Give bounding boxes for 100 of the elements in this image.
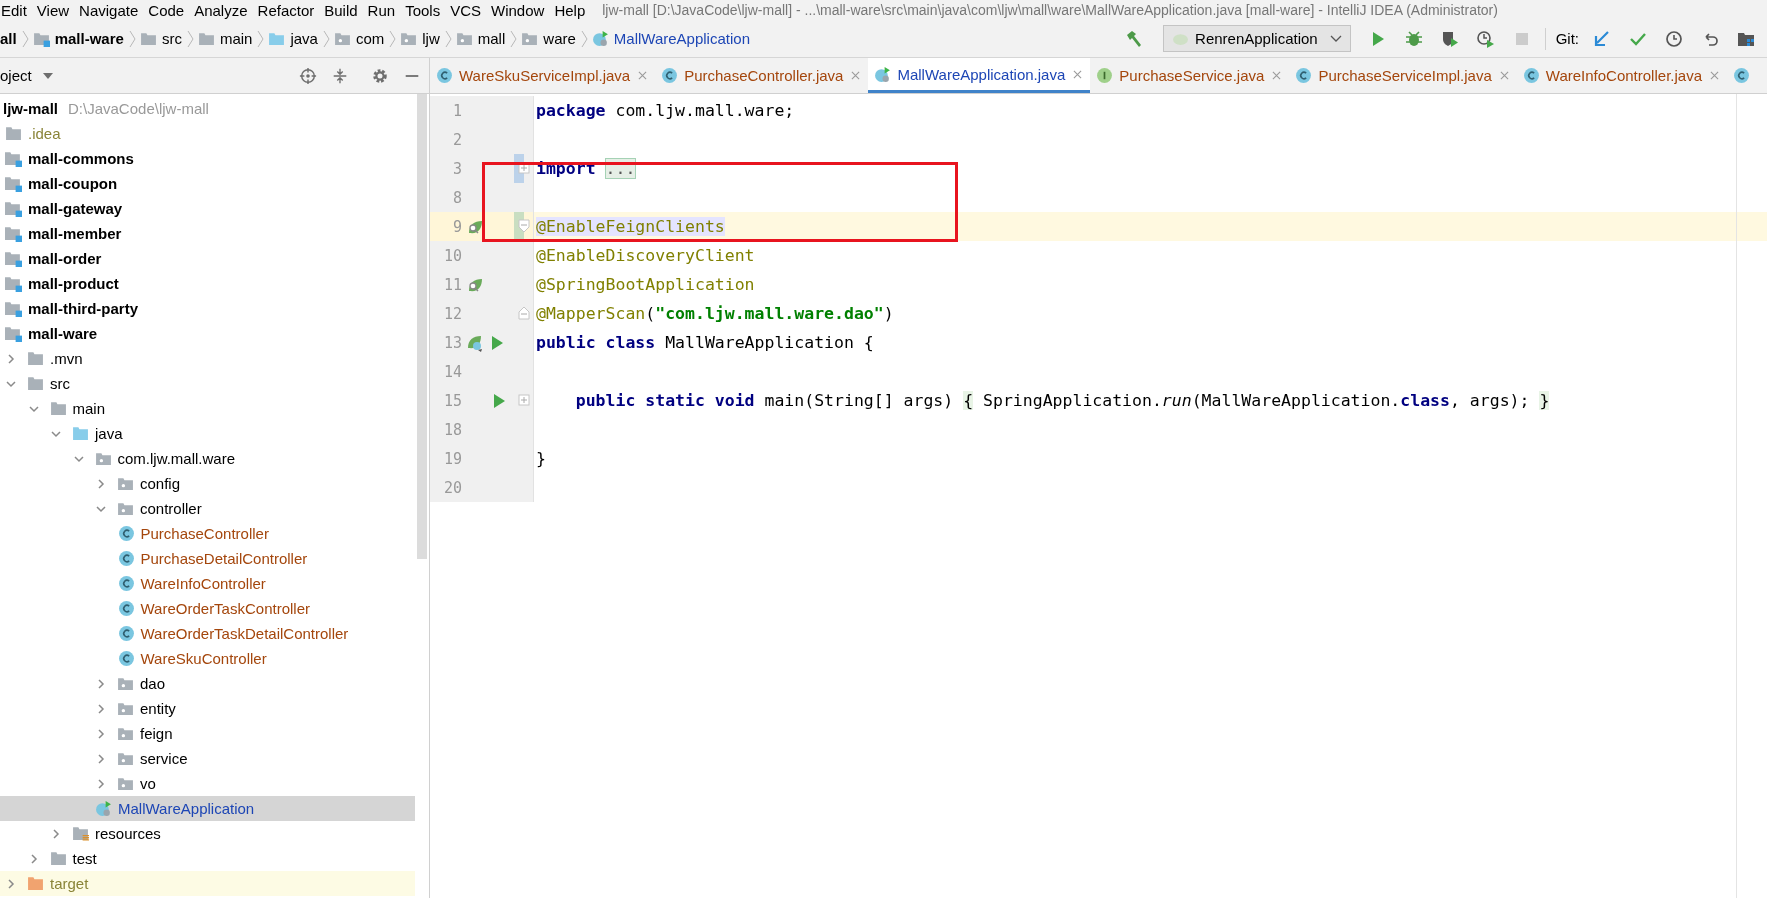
- menu-item[interactable]: Build: [323, 1, 367, 19]
- tree-item[interactable]: mall-coupon: [0, 171, 415, 196]
- line-number: 9: [451, 217, 462, 236]
- resources-folder-icon: [72, 825, 89, 842]
- tree-item[interactable]: mall-commons: [0, 146, 415, 171]
- tree-item[interactable]: WareOrderTaskController: [0, 596, 415, 621]
- line-number: 15: [442, 391, 462, 410]
- tree-item[interactable]: mall-member: [0, 221, 415, 246]
- code-line: @EnableDiscoveryClient: [536, 246, 755, 265]
- tree-item[interactable]: PurchaseController: [0, 521, 415, 546]
- line-number: 13: [442, 333, 462, 352]
- class-icon: [117, 550, 135, 567]
- tree-item[interactable]: PurchaseDetailController: [0, 546, 415, 571]
- folder-icon: [139, 30, 157, 47]
- tree-item[interactable]: mall-third-party: [0, 296, 415, 321]
- code-line: }: [536, 449, 546, 468]
- editor-tab[interactable]: PurchaseService.java: [1090, 58, 1290, 93]
- fold-marker-icon[interactable]: [518, 219, 530, 233]
- tree-item[interactable]: WareSkuController: [0, 646, 415, 671]
- menu-item[interactable]: Help: [553, 1, 595, 19]
- run-config-dropdown[interactable]: RenrenApplication: [1163, 25, 1351, 52]
- app-class-icon: [591, 30, 609, 47]
- tree-item[interactable]: controller: [0, 496, 415, 521]
- breadcrumb-item[interactable]: mall-ware: [28, 30, 128, 47]
- class-icon: [1522, 67, 1540, 84]
- breadcrumb-item[interactable]: all: [0, 30, 21, 47]
- tree-item[interactable]: mall-gateway: [0, 196, 415, 221]
- tree-item[interactable]: .idea: [0, 121, 415, 146]
- crosshair-icon[interactable]: [299, 66, 317, 85]
- breadcrumb-item[interactable]: ljw: [396, 30, 444, 47]
- tree-item[interactable]: entity: [0, 696, 415, 721]
- chevron-icon: [321, 28, 330, 49]
- line-number: 11: [442, 275, 462, 294]
- tree-item[interactable]: main: [0, 396, 415, 421]
- breadcrumb-item[interactable]: src: [135, 30, 186, 47]
- menu-item[interactable]: Run: [366, 1, 405, 19]
- package-icon: [455, 30, 473, 47]
- menu-item[interactable]: Analyze: [193, 1, 257, 19]
- menu-item[interactable]: Code: [147, 1, 194, 19]
- breadcrumb-item[interactable]: com: [329, 30, 389, 47]
- tree-item[interactable]: MallWareApplication: [0, 796, 415, 821]
- menu-item[interactable]: View: [35, 1, 79, 19]
- settings-icon[interactable]: [371, 66, 389, 85]
- module-folder-icon: [5, 300, 22, 317]
- tree-item[interactable]: mall-product: [0, 271, 415, 296]
- menu-item[interactable]: Tools: [404, 1, 450, 19]
- tree-item[interactable]: WareInfoController: [0, 571, 415, 596]
- tree-item[interactable]: WareOrderTaskDetailController: [0, 621, 415, 646]
- fold-marker-icon[interactable]: [518, 306, 530, 320]
- breadcrumb-item[interactable]: MallWareApplication: [587, 30, 754, 47]
- breadcrumb-item[interactable]: mall: [451, 30, 510, 47]
- code-line: @MapperScan("com.ljw.mall.ware.dao"): [536, 304, 894, 323]
- tree-item[interactable]: vo: [0, 771, 415, 796]
- tree-item[interactable]: test: [0, 846, 415, 871]
- editor-tab[interactable]: PurchaseServiceImpl.java: [1289, 58, 1517, 93]
- editor-tab[interactable]: WareInfoController.java: [1516, 58, 1727, 93]
- class-icon: [661, 67, 679, 84]
- close-icon[interactable]: [638, 71, 648, 80]
- editor-tab[interactable]: PurchaseController.java: [655, 58, 869, 93]
- breadcrumb-item[interactable]: main: [193, 30, 257, 47]
- menu-item[interactable]: VCS: [449, 1, 490, 19]
- app-class-icon: [95, 800, 112, 817]
- breadcrumb-item[interactable]: ware: [517, 30, 580, 47]
- close-icon[interactable]: [851, 71, 861, 80]
- close-icon[interactable]: [1272, 71, 1282, 80]
- tree-item[interactable]: mall-order: [0, 246, 415, 271]
- module-folder-icon: [5, 325, 22, 342]
- tree-item[interactable]: com.ljw.mall.ware: [0, 446, 415, 471]
- tree-item[interactable]: java: [0, 421, 415, 446]
- class-icon: [117, 625, 135, 642]
- dropdown-icon[interactable]: [41, 71, 54, 80]
- menu-item[interactable]: Navigate: [78, 1, 148, 19]
- tree-item[interactable]: .mvn: [0, 346, 415, 371]
- tree-item[interactable]: dao: [0, 671, 415, 696]
- close-icon[interactable]: [1710, 71, 1719, 80]
- tree-item[interactable]: resources: [0, 821, 415, 846]
- menu-item[interactable]: Edit: [0, 1, 36, 19]
- panel-title[interactable]: oject: [0, 67, 32, 84]
- menu-item[interactable]: Refactor: [256, 1, 324, 19]
- leaf-icon[interactable]: [466, 333, 484, 352]
- scrollbar-thumb[interactable]: [417, 94, 427, 559]
- caret-icon: [1329, 34, 1342, 43]
- folder-icon: [268, 30, 286, 47]
- project-name[interactable]: ljw-mall: [3, 100, 58, 117]
- collapse-icon[interactable]: [331, 66, 349, 85]
- close-icon[interactable]: [1499, 71, 1509, 80]
- tree-item[interactable]: mall-ware: [0, 321, 415, 346]
- editor-tab[interactable]: WareSkuServiceImpl.java: [430, 58, 656, 93]
- tree-item[interactable]: feign: [0, 721, 415, 746]
- menu-item[interactable]: Window: [490, 1, 554, 19]
- tree-item[interactable]: target: [0, 871, 415, 896]
- tree-item[interactable]: src: [0, 371, 415, 396]
- tree-item[interactable]: config: [0, 471, 415, 496]
- line-number: 8: [451, 188, 462, 207]
- code-line: import ...: [536, 159, 636, 178]
- package-icon: [521, 30, 539, 47]
- breadcrumb-item[interactable]: java: [264, 30, 322, 47]
- close-icon[interactable]: [1073, 69, 1083, 79]
- tree-item[interactable]: service: [0, 746, 415, 771]
- editor-tab[interactable]: MallWareApplication.java: [868, 58, 1091, 93]
